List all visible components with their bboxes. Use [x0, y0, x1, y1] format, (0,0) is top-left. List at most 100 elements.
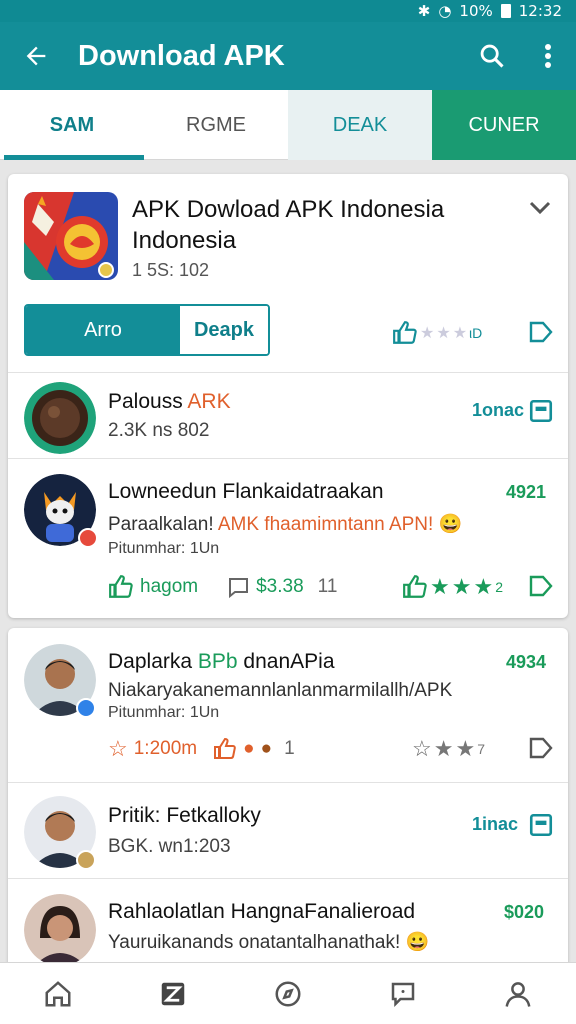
featured-button-group: Arro Deapk: [24, 304, 270, 356]
status-bar: ✱ ◔ 10% 12:32: [0, 0, 576, 22]
star-icon: ★: [430, 574, 450, 599]
search-button[interactable]: [464, 42, 520, 70]
battery-text: 10%: [459, 2, 493, 20]
badge-icon: [76, 850, 96, 870]
divider: [8, 458, 568, 459]
page-title: Download APK: [78, 39, 285, 72]
star-outline-icon[interactable]: ☆: [108, 736, 128, 762]
badge-icon: [78, 528, 98, 548]
star-icon: ★: [473, 574, 494, 599]
nav-home[interactable]: [28, 969, 88, 1019]
thumbs-up-icon[interactable]: [213, 737, 237, 761]
tag-icon: [529, 737, 553, 759]
featured-app-meta: 1 5S: 102: [132, 260, 210, 280]
list-item-title[interactable]: Daplarka BPb dnanAPia: [108, 650, 335, 674]
action-row: ☆ 1:200m ● ● 1: [108, 736, 295, 762]
featured-reactions: ★ ★ ★ ιD: [392, 320, 482, 346]
install-label[interactable]: 1inac: [472, 814, 518, 835]
status-time: 12:32: [518, 2, 562, 20]
nav-messages[interactable]: [373, 969, 433, 1019]
arrow-left-icon: [26, 46, 46, 66]
rating-count: 2: [495, 579, 503, 595]
avatar[interactable]: [24, 894, 96, 966]
bluetooth-icon: ✱: [417, 2, 431, 20]
tag-button[interactable]: [528, 320, 554, 349]
bottom-navigation: [0, 962, 576, 1024]
tag-icon: [529, 575, 553, 597]
reaction-count: ιD: [469, 325, 483, 341]
list-card: Daplarka BPb dnanAPia 4934 Niakaryakanem…: [8, 628, 568, 968]
featured-app-title[interactable]: APK Dowload APK Indonesia Indonesia: [132, 194, 502, 256]
tab-cuner[interactable]: CUNER: [432, 90, 576, 160]
divider: [8, 372, 568, 373]
star-outline-icon[interactable]: ☆: [412, 736, 432, 762]
save-button[interactable]: [528, 812, 554, 843]
avatar[interactable]: [24, 382, 96, 454]
tab-deak[interactable]: DEAK: [288, 90, 432, 160]
back-button[interactable]: [0, 42, 72, 70]
rating-count: 7: [477, 741, 485, 757]
list-item-title[interactable]: Pritik: Fetkalloky: [108, 804, 261, 828]
expand-button[interactable]: [528, 200, 552, 221]
list-item-description: Paraalkalan! AMK fhaamimntann APN! 😀: [108, 514, 463, 535]
action-row: hagom $3.38 11: [108, 574, 337, 600]
list-item-meta: 2.3K ns 802: [108, 420, 210, 441]
list-item-count: $020: [504, 902, 545, 922]
list-item-title[interactable]: Rahlaolatlan HangnaFanalieroad: [108, 900, 415, 924]
comment-count: $3.38: [256, 576, 304, 597]
message-icon: [391, 982, 415, 1007]
compass-icon: [275, 981, 301, 1006]
list-item-title[interactable]: Lowneedun Flankaidatraakan: [108, 480, 384, 504]
list-item-count: 4934: [506, 652, 547, 672]
comment-icon[interactable]: [226, 575, 250, 599]
star-icon: ★: [433, 736, 454, 761]
list-item-subline: Pitunmhar: 1Un: [108, 704, 220, 721]
thumbs-up-icon[interactable]: [392, 320, 418, 346]
star-count: 1:200m: [133, 738, 198, 759]
star-icon: ★: [452, 325, 468, 342]
nav-apps[interactable]: [143, 969, 203, 1019]
nav-profile[interactable]: [488, 969, 548, 1019]
thumbs-up-icon[interactable]: [402, 574, 428, 600]
badge-icon: [76, 698, 96, 718]
like-label[interactable]: hagom: [140, 576, 198, 598]
battery-icon: [500, 4, 511, 18]
save-icon: [529, 399, 553, 423]
divider: [8, 878, 568, 879]
chevron-down-icon: [529, 201, 551, 215]
thumbs-up-icon[interactable]: [108, 574, 134, 600]
divider: [8, 782, 568, 783]
primary-action-button[interactable]: Arro: [26, 306, 180, 354]
star-icon: ★: [451, 574, 472, 599]
tab-sam[interactable]: SAM: [0, 90, 144, 160]
install-label[interactable]: 1onac: [472, 400, 524, 421]
wifi-icon: ◔: [438, 2, 452, 20]
list-item-description: Niakaryakanemannlanlanmarmilallh/APK: [108, 680, 453, 701]
dot-icon: ●: [243, 738, 255, 759]
tag-icon: [529, 321, 553, 343]
user-icon: [505, 981, 531, 1007]
rating-row: ★ ★ ★ 2: [402, 574, 503, 600]
list-item-count: 4921: [506, 482, 547, 502]
more-options-button[interactable]: [520, 43, 576, 69]
list-item-description: Yauruikanands onatantalhanathak! 😀: [108, 932, 430, 953]
tag-button[interactable]: [528, 736, 554, 765]
comment-extra: 11: [317, 576, 338, 597]
nav-explore[interactable]: [258, 969, 318, 1019]
star-icon: ★: [455, 736, 476, 761]
more-vertical-icon: [545, 44, 551, 68]
list-item-title[interactable]: Palouss ARK: [108, 390, 231, 414]
search-icon: [480, 44, 504, 68]
save-icon: [529, 813, 553, 837]
emoji-icon: ●: [260, 738, 273, 759]
list-item-subline: Pitunmhar: 1Un: [108, 540, 220, 557]
list-item-meta: BGK. wn1:203: [108, 836, 231, 857]
save-button[interactable]: [528, 398, 554, 429]
app-logo[interactable]: [24, 192, 118, 280]
star-icon: ★: [420, 325, 435, 342]
tab-rgme[interactable]: RGME: [144, 90, 288, 160]
tab-bar: SAM RGME DEAK CUNER: [0, 90, 576, 160]
download-apk-button[interactable]: Deapk: [180, 306, 268, 354]
apps-box-icon: [161, 982, 185, 1005]
tag-button[interactable]: [528, 574, 554, 603]
